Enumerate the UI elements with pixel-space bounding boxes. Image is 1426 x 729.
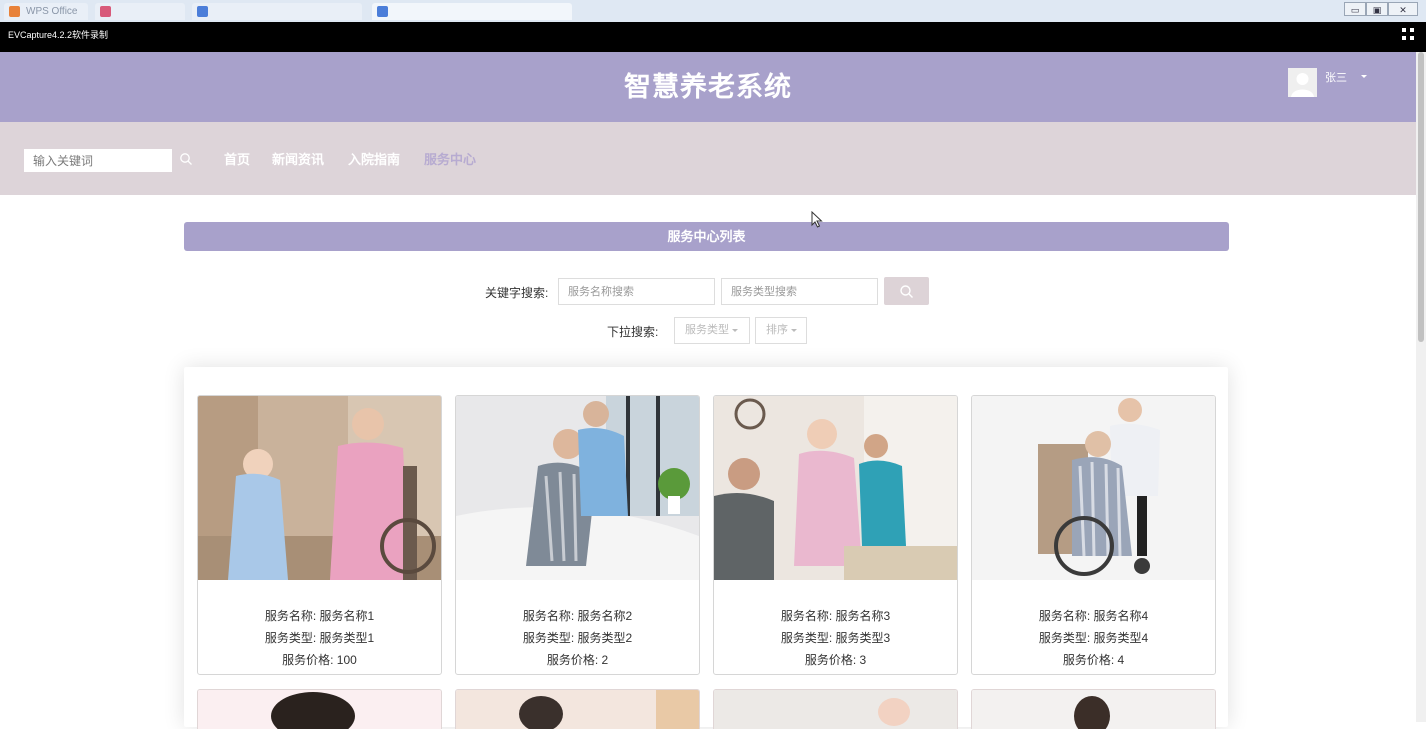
service-price: 服务价格: 3 bbox=[804, 653, 867, 667]
service-card[interactable]: 服务名称: 服务名称2 服务类型: 服务类型2 服务价格: 2 bbox=[455, 395, 700, 675]
chevron-down-icon bbox=[791, 328, 797, 332]
browser-tab-2[interactable] bbox=[95, 3, 185, 20]
service-type: 服务类型: 服务类型3 bbox=[780, 631, 891, 645]
browser-tab-1-label: WPS Office bbox=[26, 6, 78, 17]
site-title: 智慧养老系统 bbox=[624, 72, 792, 102]
restore-button[interactable]: ▣ bbox=[1366, 2, 1388, 16]
service-card[interactable]: 服务名称: 服务名称4 服务类型: 服务类型4 服务价格: 4 bbox=[971, 395, 1216, 675]
nav-home[interactable]: 首页 bbox=[224, 149, 250, 168]
service-name-search-input[interactable] bbox=[558, 278, 715, 305]
search-button[interactable] bbox=[884, 277, 929, 305]
recorder-bar: EVCapture4.2.2软件录制 bbox=[0, 22, 1426, 52]
service-type: 服务类型: 服务类型4 bbox=[1038, 631, 1149, 645]
service-name: 服务名称: 服务名称3 bbox=[780, 609, 891, 623]
service-photo bbox=[972, 396, 1215, 580]
service-name: 服务名称: 服务名称1 bbox=[264, 609, 375, 623]
service-photo bbox=[198, 690, 441, 729]
nav-bar: 首页 新闻资讯 入院指南 服务中心 bbox=[0, 122, 1416, 195]
avatar[interactable] bbox=[1288, 68, 1317, 97]
search-icon bbox=[900, 285, 913, 298]
browser-tab-3[interactable] bbox=[192, 3, 362, 20]
browser-tab-4[interactable] bbox=[372, 3, 572, 20]
sort-dropdown[interactable]: 排序 bbox=[755, 317, 807, 344]
app-icon bbox=[9, 6, 20, 17]
fullscreen-icon[interactable] bbox=[1402, 28, 1414, 40]
keyword-search-label: 关键字搜索: bbox=[485, 286, 549, 300]
service-card[interactable] bbox=[971, 689, 1216, 729]
sort-dropdown-label: 排序 bbox=[766, 324, 788, 336]
nav-admission-guide[interactable]: 入院指南 bbox=[348, 149, 400, 168]
site-header: 智慧养老系统 张三 bbox=[0, 52, 1416, 122]
mouse-cursor-icon bbox=[811, 211, 823, 228]
list-title: 服务中心列表 bbox=[184, 222, 1229, 251]
service-photo bbox=[456, 690, 699, 729]
search-icon[interactable] bbox=[179, 152, 193, 166]
service-type-search-input[interactable] bbox=[721, 278, 878, 305]
nav-service-center[interactable]: 服务中心 bbox=[424, 149, 476, 168]
service-type-dropdown-label: 服务类型 bbox=[685, 324, 729, 336]
service-photo bbox=[456, 396, 699, 580]
service-photo bbox=[714, 690, 957, 729]
service-price: 服务价格: 4 bbox=[1062, 653, 1125, 667]
service-price: 服务价格: 2 bbox=[546, 653, 609, 667]
app-icon bbox=[100, 6, 111, 17]
service-card[interactable] bbox=[197, 689, 442, 729]
doc-icon bbox=[197, 6, 208, 17]
service-type-dropdown[interactable]: 服务类型 bbox=[674, 317, 750, 344]
service-name: 服务名称: 服务名称2 bbox=[522, 609, 633, 623]
service-photo bbox=[198, 396, 441, 580]
page-scrollbar[interactable] bbox=[1416, 52, 1426, 722]
minimize-button[interactable]: ▭ bbox=[1344, 2, 1366, 16]
service-type: 服务类型: 服务类型2 bbox=[522, 631, 633, 645]
browser-tab-strip: WPS Office ▭ ▣ ✕ bbox=[0, 0, 1426, 23]
service-card[interactable]: 服务名称: 服务名称1 服务类型: 服务类型1 服务价格: 100 bbox=[197, 395, 442, 675]
user-name[interactable]: 张三 bbox=[1325, 69, 1347, 85]
service-price: 服务价格: 100 bbox=[282, 653, 357, 667]
service-photo bbox=[714, 396, 957, 580]
keyword-search-input[interactable] bbox=[24, 149, 172, 172]
chevron-down-icon[interactable] bbox=[1361, 75, 1367, 78]
browser-tab-1[interactable]: WPS Office bbox=[4, 3, 88, 20]
close-button[interactable]: ✕ bbox=[1388, 2, 1418, 16]
service-card[interactable]: 服务名称: 服务名称3 服务类型: 服务类型3 服务价格: 3 bbox=[713, 395, 958, 675]
service-card[interactable] bbox=[713, 689, 958, 729]
service-card[interactable] bbox=[455, 689, 700, 729]
recorder-title: EVCapture4.2.2软件录制 bbox=[8, 30, 109, 40]
chevron-down-icon bbox=[732, 328, 738, 332]
dropdown-search-label: 下拉搜索: bbox=[607, 325, 659, 339]
service-type: 服务类型: 服务类型1 bbox=[264, 631, 375, 645]
service-name: 服务名称: 服务名称4 bbox=[1038, 609, 1149, 623]
scrollbar-thumb[interactable] bbox=[1418, 52, 1424, 342]
nav-news[interactable]: 新闻资讯 bbox=[272, 149, 324, 168]
service-photo bbox=[972, 690, 1215, 729]
user-icon bbox=[1288, 68, 1317, 97]
service-card-panel: 服务名称: 服务名称1 服务类型: 服务类型1 服务价格: 100 服务名称: … bbox=[184, 367, 1228, 729]
doc-icon bbox=[377, 6, 388, 17]
